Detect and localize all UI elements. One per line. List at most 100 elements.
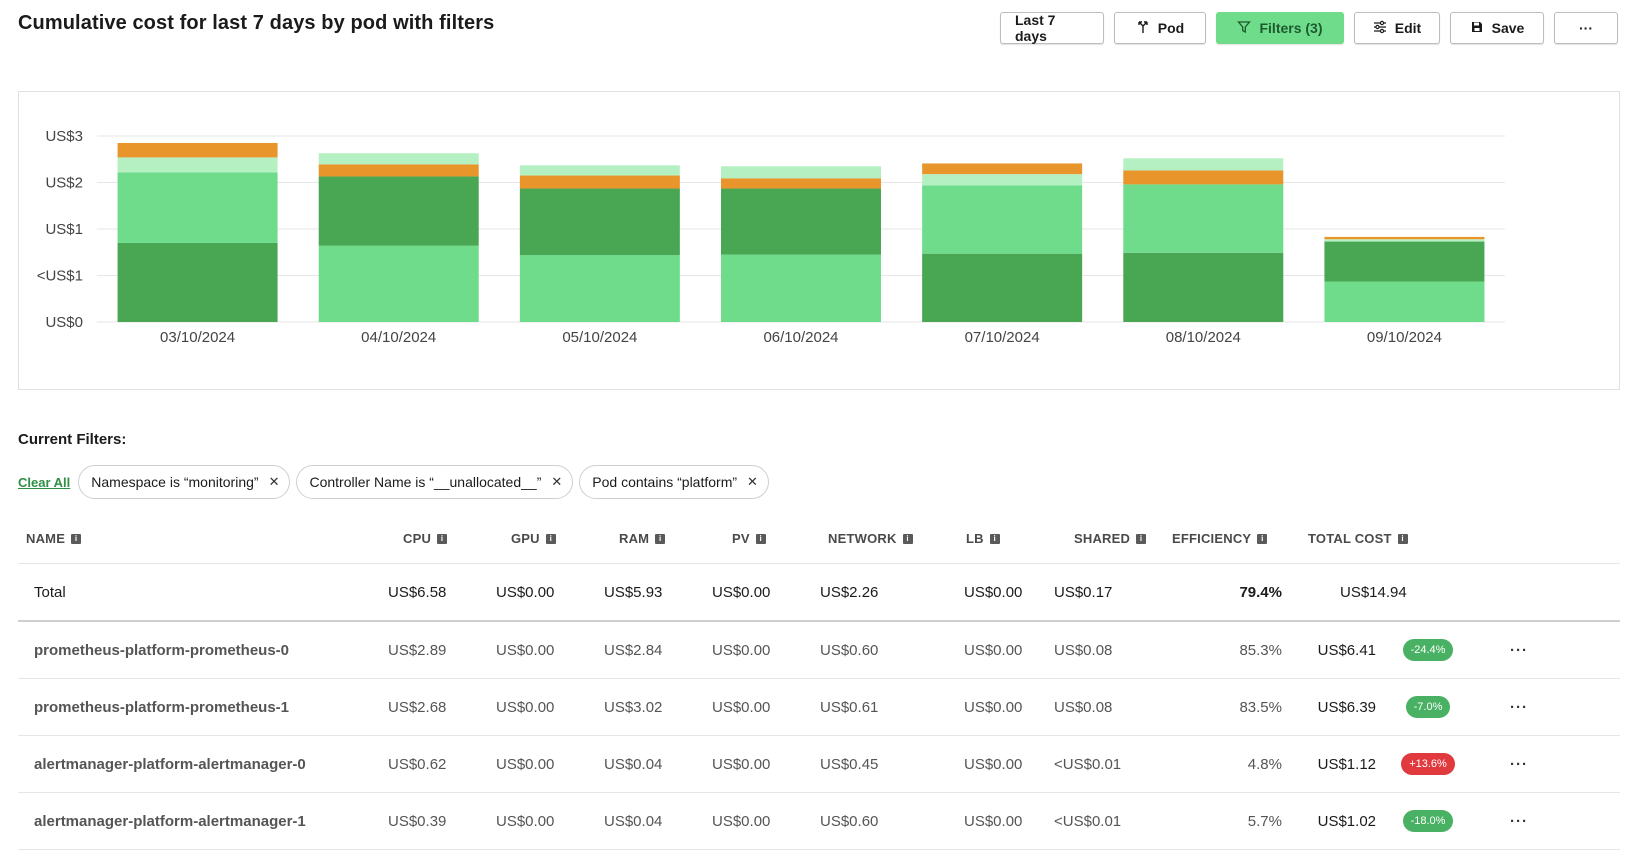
column-header-ram[interactable]: RAM i bbox=[604, 513, 712, 564]
info-icon[interactable]: i bbox=[902, 534, 913, 545]
shared-cost: <US$0.01 bbox=[1054, 735, 1162, 793]
bar-segment[interactable] bbox=[117, 172, 278, 243]
change-badge: -7.0% bbox=[1405, 696, 1451, 718]
table-row[interactable]: prometheus-platform-prometheus-1 US$2.68 U… bbox=[18, 678, 1620, 736]
table-row[interactable]: prometheus-platform-prometheus-0 US$2.89 U… bbox=[18, 621, 1620, 679]
bar-segment[interactable] bbox=[519, 175, 680, 189]
filter-chip[interactable]: Pod contains “platform” ✕ bbox=[579, 465, 769, 499]
close-icon[interactable]: ✕ bbox=[269, 474, 280, 490]
bar-segment[interactable] bbox=[922, 185, 1083, 254]
x-tick-label: 08/10/2024 bbox=[1166, 329, 1241, 346]
filters-button[interactable]: Filters (3) bbox=[1216, 12, 1344, 44]
info-icon[interactable]: i bbox=[989, 534, 1000, 545]
cpu-cost: US$2.89 bbox=[388, 621, 496, 679]
close-icon[interactable]: ✕ bbox=[551, 474, 562, 490]
filter-chip-label: Namespace is “monitoring” bbox=[91, 474, 259, 490]
lb-cost: US$0.00 bbox=[946, 735, 1054, 793]
bar-segment[interactable] bbox=[1123, 184, 1284, 253]
column-header-gpu[interactable]: GPU i bbox=[496, 513, 604, 564]
page-title: Cumulative cost for last 7 days by pod w… bbox=[18, 12, 495, 34]
total-label: Total bbox=[18, 563, 388, 622]
column-header-actions bbox=[1470, 513, 1620, 564]
save-button[interactable]: Save bbox=[1450, 12, 1544, 44]
info-icon[interactable]: i bbox=[755, 534, 766, 545]
column-header-name[interactable]: NAME i bbox=[18, 513, 388, 564]
table-header-row: NAME i CPU i GPU i RAM i PV i NETWORK i LB i SH… bbox=[18, 513, 1620, 564]
bar-segment[interactable] bbox=[117, 142, 278, 158]
pod-name-link[interactable]: alertmanager-platform-alertmanager-1 bbox=[18, 792, 388, 850]
bar-segment[interactable] bbox=[318, 176, 479, 246]
pod-name-link[interactable]: prometheus-platform-prometheus-1 bbox=[18, 678, 388, 736]
column-header-label: CPU bbox=[403, 530, 432, 546]
bar-segment[interactable] bbox=[1123, 170, 1284, 185]
bar-segment[interactable] bbox=[318, 164, 479, 177]
row-more-button[interactable]: ··· bbox=[1510, 756, 1528, 773]
change-badge: +13.6% bbox=[1401, 753, 1455, 775]
bar-segment[interactable] bbox=[117, 157, 278, 173]
aggregate-by-label: Pod bbox=[1157, 20, 1185, 36]
close-icon[interactable]: ✕ bbox=[747, 474, 758, 490]
column-header-pv[interactable]: PV i bbox=[712, 513, 820, 564]
row-more-button[interactable]: ··· bbox=[1510, 642, 1528, 659]
bar-segment[interactable] bbox=[519, 188, 680, 256]
delta-cell: -7.0% bbox=[1386, 678, 1470, 736]
bar-segment[interactable] bbox=[922, 253, 1083, 322]
column-header-label: NETWORK bbox=[828, 530, 897, 546]
lb-cost: US$0.00 bbox=[946, 621, 1054, 679]
bar-segment[interactable] bbox=[721, 166, 881, 179]
x-tick-label: 07/10/2024 bbox=[965, 329, 1040, 346]
row-more-button[interactable]: ··· bbox=[1510, 813, 1528, 830]
column-header-label: PV bbox=[732, 530, 750, 546]
bar-segment[interactable] bbox=[1123, 158, 1284, 171]
column-header-label: SHARED bbox=[1074, 530, 1131, 546]
bar-segment[interactable] bbox=[721, 254, 881, 322]
edit-button[interactable]: Edit bbox=[1354, 12, 1440, 44]
column-header-label: NAME bbox=[26, 530, 66, 546]
bar-segment[interactable] bbox=[318, 153, 479, 165]
info-icon[interactable]: i bbox=[437, 534, 448, 545]
column-header-efficiency[interactable]: EFFICIENCY i bbox=[1162, 513, 1292, 564]
aggregate-by-button[interactable]: Pod bbox=[1114, 12, 1206, 44]
clear-all-link[interactable]: Clear All bbox=[18, 475, 70, 490]
pod-name-link[interactable]: alertmanager-platform-alertmanager-0 bbox=[18, 735, 388, 793]
shared-cost: US$0.08 bbox=[1054, 621, 1162, 679]
column-header-cpu[interactable]: CPU i bbox=[388, 513, 496, 564]
bar-segment[interactable] bbox=[1324, 236, 1485, 240]
date-range-label: Last 7 days bbox=[1015, 12, 1056, 44]
column-header-network[interactable]: NETWORK i bbox=[820, 513, 946, 564]
bar-segment[interactable] bbox=[721, 178, 881, 189]
bar-segment[interactable] bbox=[318, 245, 479, 322]
info-icon[interactable]: i bbox=[1397, 534, 1408, 545]
bar-segment[interactable] bbox=[721, 188, 881, 255]
total-cpu: US$6.58 bbox=[388, 563, 496, 622]
bar-segment[interactable] bbox=[519, 165, 680, 176]
filter-chip[interactable]: Namespace is “monitoring” ✕ bbox=[78, 465, 291, 499]
table-row[interactable]: alertmanager-platform-alertmanager-1 US$0… bbox=[18, 792, 1620, 850]
bar-segment[interactable] bbox=[1123, 252, 1284, 322]
x-tick-label: 05/10/2024 bbox=[562, 329, 637, 346]
bar-segment[interactable] bbox=[1324, 281, 1485, 322]
table-row[interactable]: alertmanager-platform-alertmanager-0 US$0… bbox=[18, 735, 1620, 793]
info-icon[interactable]: i bbox=[71, 534, 82, 545]
bar-segment[interactable] bbox=[922, 174, 1083, 186]
pod-name-link[interactable]: prometheus-platform-prometheus-0 bbox=[18, 621, 388, 679]
bar-segment[interactable] bbox=[519, 255, 680, 322]
info-icon[interactable]: i bbox=[1136, 534, 1147, 545]
more-options-button[interactable]: ··· bbox=[1554, 12, 1618, 44]
info-icon[interactable]: i bbox=[545, 534, 556, 545]
info-icon[interactable]: i bbox=[655, 534, 666, 545]
y-tick-label: US$0 bbox=[45, 314, 83, 331]
bar-segment[interactable] bbox=[1324, 239, 1485, 242]
column-header-total-cost[interactable]: TOTAL COST i bbox=[1292, 513, 1470, 564]
bar-segment[interactable] bbox=[1324, 241, 1485, 282]
bar-segment[interactable] bbox=[117, 242, 278, 322]
row-more-button[interactable]: ··· bbox=[1510, 699, 1528, 716]
column-header-lb[interactable]: LB i bbox=[946, 513, 1054, 564]
column-header-shared[interactable]: SHARED i bbox=[1054, 513, 1162, 564]
bar-segment[interactable] bbox=[922, 163, 1083, 175]
ram-cost: US$0.04 bbox=[604, 735, 712, 793]
info-icon[interactable]: i bbox=[1257, 534, 1268, 545]
date-range-button[interactable]: Last 7 days bbox=[1000, 12, 1104, 44]
cost-chart: US$0 <US$1 US$1 US$2 US$3 03/10/2024 04/10/202… bbox=[18, 91, 1620, 390]
filter-chip[interactable]: Controller Name is “__unallocated__” ✕ bbox=[296, 465, 574, 499]
